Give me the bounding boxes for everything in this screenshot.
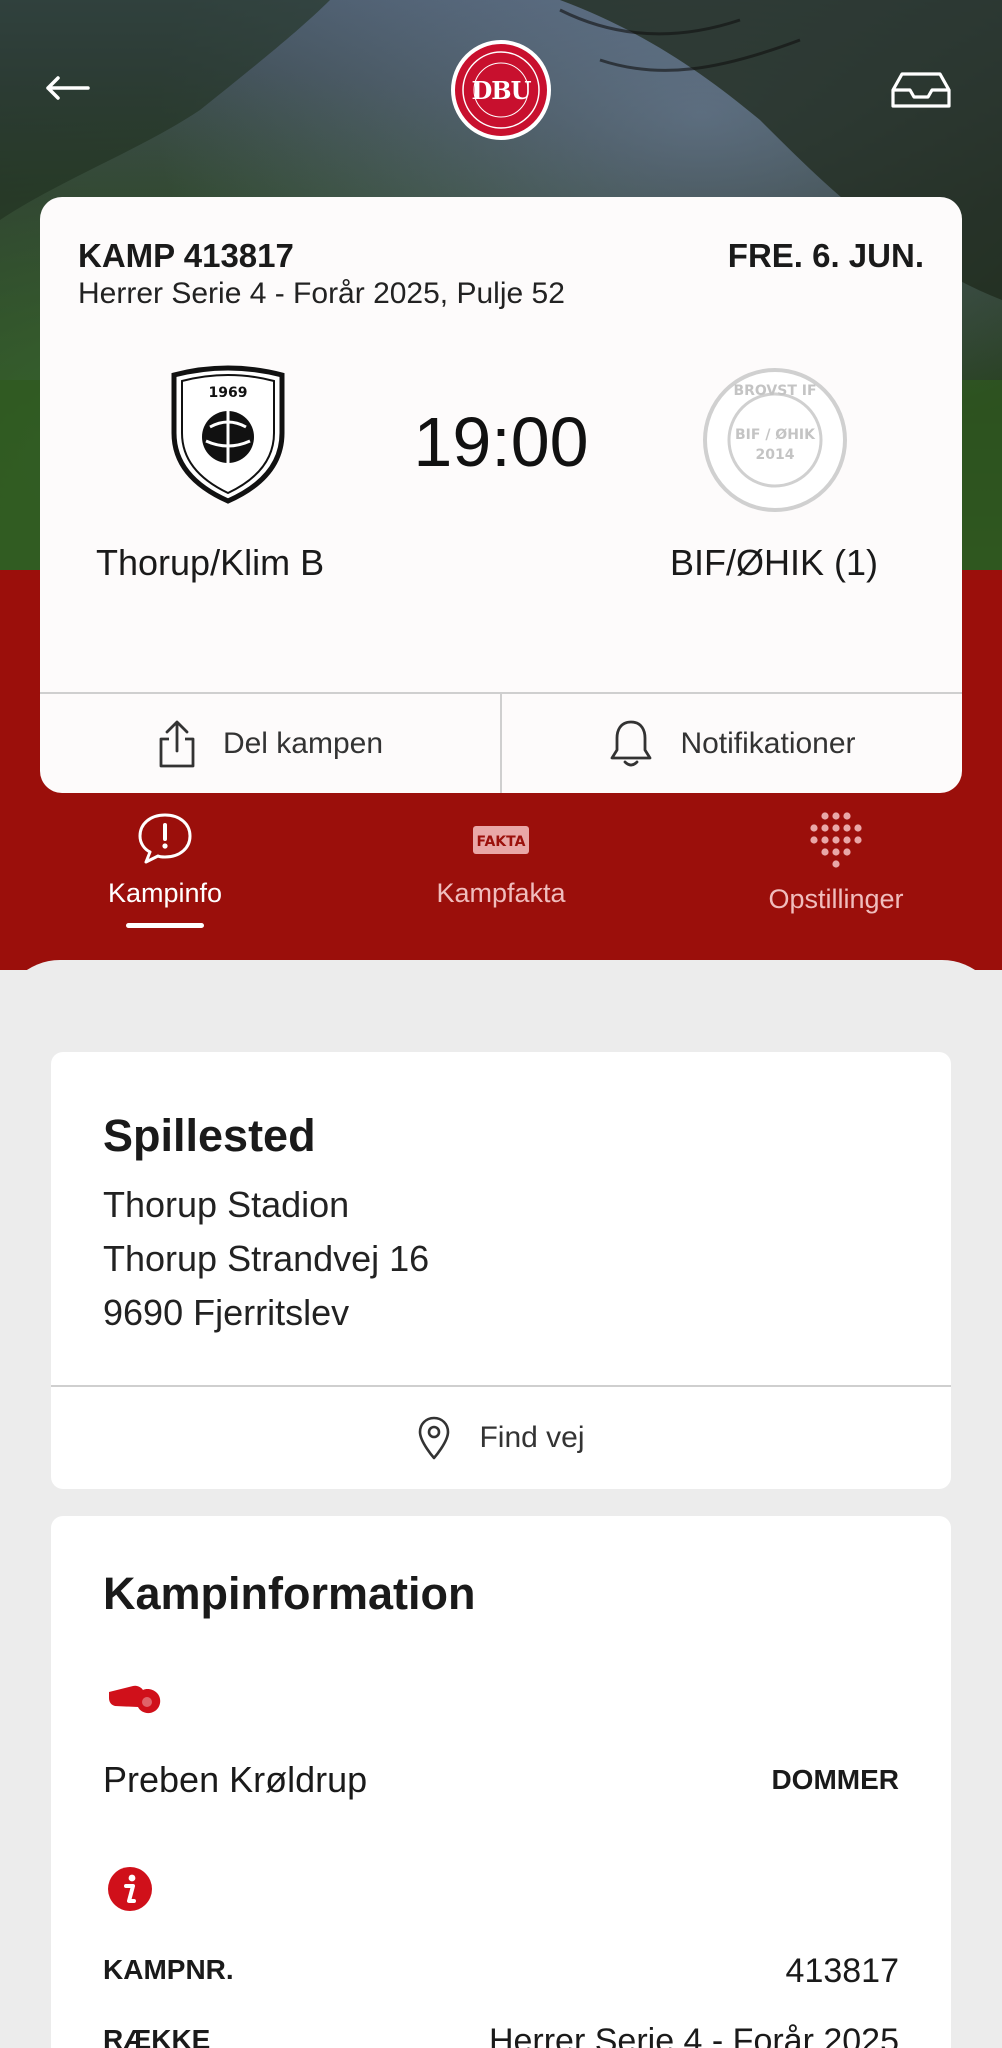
row-label: RÆKKE (103, 2024, 211, 2048)
share-match-button[interactable]: Del kampen (40, 694, 500, 793)
map-pin-icon (419, 1416, 450, 1460)
match-id: KAMP 413817 (78, 237, 294, 274)
whistle-icon (109, 1685, 161, 1714)
tab-kampfakta[interactable]: FAKTA Kampfakta (421, 812, 581, 909)
venue-card: Spillested Thorup Stadion Thorup Strandv… (51, 1052, 951, 1489)
away-team-crest[interactable]: BROVST IF BIF / ØHIK 2014 (700, 365, 850, 515)
home-crest-year: 1969 (209, 385, 248, 401)
chat-alert-icon (138, 813, 192, 864)
dbu-logo: DBU (451, 40, 551, 140)
share-icon (159, 720, 195, 767)
match-tabs: Kampinfo FAKTA Kampfakta Opstillinger (0, 812, 1002, 942)
find-route-label: Find vej (479, 1421, 585, 1454)
venue-city: 9690 Fjerritslev (103, 1292, 350, 1333)
tab-opstillinger[interactable]: Opstillinger (756, 812, 916, 915)
find-route-button[interactable]: Find vej (51, 1385, 951, 1489)
arrow-left-icon (46, 76, 90, 100)
away-crest-center: BIF / ØHIK (735, 427, 816, 443)
notifications-button[interactable]: Notifikationer (500, 694, 962, 793)
away-crest-top: BROVST IF (733, 383, 816, 399)
inbox-button[interactable] (890, 70, 952, 114)
match-date: FRE. 6. JUN. (727, 237, 924, 274)
venue-name: Thorup Stadion (103, 1184, 350, 1225)
info-icon (108, 1867, 152, 1911)
venue-title: Spillested (103, 1110, 316, 1161)
tab-kampfakta-label: Kampfakta (436, 878, 566, 908)
lineup-dots-icon (810, 812, 862, 868)
home-team-name[interactable]: Thorup/Klim B (96, 542, 324, 584)
tab-kampinfo[interactable]: Kampinfo (100, 812, 230, 928)
bell-icon (611, 720, 652, 766)
match-info-title: Kampinformation (103, 1568, 476, 1619)
away-crest-year: 2014 (756, 447, 795, 463)
share-label: Del kampen (222, 726, 384, 760)
tab-opstillinger-label: Opstillinger (768, 884, 904, 914)
match-info-card: Kampinformation Preben Krøldrup DOMMER K… (51, 1516, 951, 2048)
match-series: Herrer Serie 4 - Forår 2025, Pulje 52 (78, 277, 565, 310)
referee-name: Preben Krøldrup (103, 1759, 368, 1800)
away-team-name[interactable]: BIF/ØHIK (1) (670, 542, 878, 584)
fakta-badge-text: FAKTA (477, 834, 526, 850)
referee-role: DOMMER (771, 1764, 899, 1795)
active-tab-indicator (126, 923, 204, 928)
match-card: KAMP 413817 Herrer Serie 4 - Forår 2025,… (40, 197, 962, 793)
venue-street: Thorup Strandvej 16 (103, 1238, 430, 1279)
fakta-icon: FAKTA (473, 826, 529, 854)
tab-kampinfo-label: Kampinfo (107, 878, 223, 908)
logo-ring (462, 51, 540, 129)
match-number-label: KAMPNR. (103, 1954, 234, 1985)
back-button[interactable] (44, 66, 104, 110)
inbox-icon (891, 72, 951, 108)
match-actions: Del kampen Notifikationer (40, 692, 962, 793)
notifications-label: Notifikationer (680, 726, 856, 760)
match-number-value: 413817 (785, 1952, 899, 1990)
row-value: Herrer Serie 4 - Forår 2025 (488, 2022, 899, 2048)
